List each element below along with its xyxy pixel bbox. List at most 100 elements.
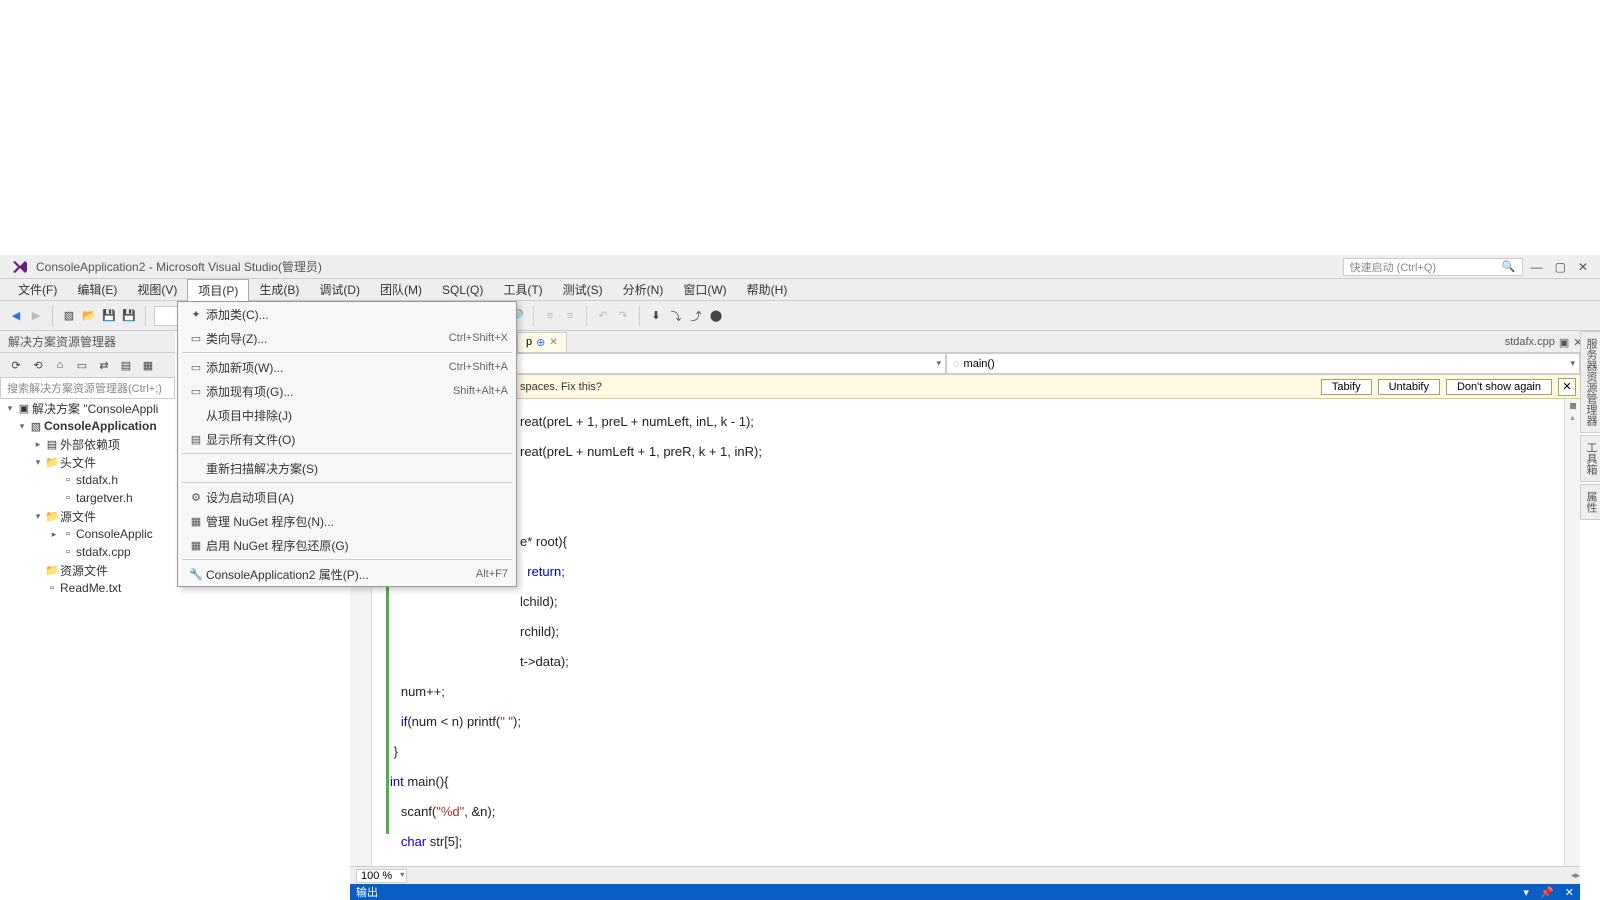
menu-separator [182, 352, 512, 353]
toolbox-tab[interactable]: 工具箱 [1580, 435, 1600, 482]
solution-node[interactable]: ▾▣解决方案 "ConsoleAppli [0, 399, 175, 417]
save-icon[interactable]: 💾 [101, 308, 117, 324]
sources-node[interactable]: ▾📁源文件 [0, 507, 175, 525]
dropdown-icon[interactable]: ▾ [1523, 887, 1529, 899]
scroll-right-icon[interactable]: ▸ [1575, 870, 1580, 881]
properties-icon[interactable]: ▤ [118, 357, 134, 373]
readme-node[interactable]: ▫ReadMe.txt [0, 579, 175, 597]
file-node[interactable]: ▸▫ConsoleApplic [0, 525, 175, 543]
output-panel-header[interactable]: 输出 ▾ 📌 ✕ [350, 884, 1580, 900]
newitem-icon: ▭ [186, 361, 206, 374]
menu-class-wizard[interactable]: ▭类向导(Z)...Ctrl+Shift+X [178, 326, 516, 350]
menu-tools[interactable]: 工具(T) [493, 279, 552, 300]
breakpoint-icon[interactable]: ⬤ [708, 308, 724, 324]
nuget-icon: ▦ [186, 539, 206, 552]
menu-file[interactable]: 文件(F) [8, 279, 67, 300]
menu-window[interactable]: 窗口(W) [673, 279, 736, 300]
menu-enable-nuget-restore[interactable]: ▦启用 NuGet 程序包还原(G) [178, 533, 516, 557]
quick-launch-input[interactable]: 快速启动 (Ctrl+Q) 🔍 [1343, 258, 1523, 276]
menu-add-class[interactable]: ✦添加类(C)... [178, 302, 516, 326]
headers-node[interactable]: ▾📁头文件 [0, 453, 175, 471]
save-all-icon[interactable]: 💾 [121, 308, 137, 324]
comment-icon[interactable]: ≡ [542, 308, 558, 324]
menu-exclude[interactable]: 从项目中排除(J) [178, 403, 516, 427]
menu-build[interactable]: 生成(B) [249, 279, 309, 300]
collapse-icon[interactable]: ▭ [74, 357, 90, 373]
menu-sql[interactable]: SQL(Q) [432, 281, 493, 299]
node-label: 源文件 [60, 508, 96, 525]
properties-tab[interactable]: 属性 [1580, 484, 1600, 520]
file-node[interactable]: ▫stdafx.h [0, 471, 175, 489]
pin-icon[interactable]: 📌 [1540, 887, 1554, 899]
node-label: ConsoleApplic [76, 527, 153, 541]
code-editor[interactable]: ⊟ ⊟ reat(preL + 1, preL + numLeft, inL, … [350, 399, 1580, 866]
showall-icon: ▤ [186, 433, 206, 446]
back-icon[interactable]: ◀ [8, 308, 24, 324]
refresh-icon[interactable]: ⇄ [96, 357, 112, 373]
window-buttons: — ▢ ✕ [1531, 260, 1588, 274]
menu-add-new-item[interactable]: ▭添加新项(W)...Ctrl+Shift+A [178, 355, 516, 379]
search-icon: 🔍 [1502, 260, 1516, 273]
forward-icon[interactable]: ▶ [28, 308, 44, 324]
new-project-icon[interactable]: ▧ [61, 308, 77, 324]
menu-show-all-files[interactable]: ▤显示所有文件(O) [178, 427, 516, 451]
solution-search-input[interactable]: 搜索解决方案资源管理器(Ctrl+;) [0, 377, 175, 399]
member-combo[interactable]: ◌main() [946, 353, 1580, 374]
show-all-icon[interactable]: ▦ [140, 357, 156, 373]
menu-help[interactable]: 帮助(H) [737, 279, 798, 300]
menu-analyze[interactable]: 分析(N) [613, 279, 674, 300]
close-button[interactable]: ✕ [1578, 260, 1588, 274]
separator [639, 306, 640, 326]
open-icon[interactable]: 📂 [81, 308, 97, 324]
undo-icon[interactable]: ↶ [595, 308, 611, 324]
file-node[interactable]: ▫targetver.h [0, 489, 175, 507]
pin-icon[interactable]: ⊕ [536, 336, 545, 349]
menu-set-startup[interactable]: ⚙设为启动项目(A) [178, 485, 516, 509]
redo-icon[interactable]: ↷ [615, 308, 631, 324]
menu-add-existing-item[interactable]: ▭添加现有项(G)...Shift+Alt+A [178, 379, 516, 403]
menu-test[interactable]: 测试(S) [553, 279, 613, 300]
gear-icon: ⚙ [186, 491, 206, 504]
dont-show-button[interactable]: Don't show again [1446, 379, 1552, 395]
menu-project[interactable]: 项目(P) [187, 279, 249, 301]
close-icon[interactable]: ✕ [1565, 887, 1574, 899]
home-icon[interactable]: ⟳ [8, 357, 24, 373]
file-node[interactable]: ▫stdafx.cpp [0, 543, 175, 561]
output-controls: ▾ 📌 ✕ [1523, 886, 1574, 899]
window-title: ConsoleApplication2 - Microsoft Visual S… [36, 258, 1343, 275]
node-label: stdafx.cpp [76, 545, 131, 559]
menu-rescan[interactable]: 重新扫描解决方案(S) [178, 456, 516, 480]
menu-properties[interactable]: 🔧ConsoleApplication2 属性(P)...Alt+F7 [178, 562, 516, 586]
res-node[interactable]: 📁资源文件 [0, 561, 175, 579]
menu-team[interactable]: 团队(M) [370, 279, 432, 300]
split-handle-icon[interactable] [1570, 403, 1576, 409]
close-tab-icon[interactable]: ✕ [549, 337, 557, 348]
vertical-scrollbar[interactable]: ▴ [1564, 399, 1580, 866]
scroll-up-icon[interactable]: ▴ [1568, 413, 1578, 423]
step-over-icon[interactable]: ⤵ [668, 308, 684, 324]
restore-button[interactable]: ▢ [1555, 260, 1566, 274]
separator [145, 306, 146, 326]
step-into-icon[interactable]: ⬇ [648, 308, 664, 324]
separator [586, 306, 587, 326]
menu-debug[interactable]: 调试(D) [309, 279, 370, 300]
sync-icon[interactable]: ⟲ [30, 357, 46, 373]
menu-manage-nuget[interactable]: ▦管理 NuGet 程序包(N)... [178, 509, 516, 533]
tabify-button[interactable]: Tabify [1321, 379, 1372, 395]
uncomment-icon[interactable]: ≡ [562, 308, 578, 324]
minimize-button[interactable]: — [1531, 260, 1543, 274]
step-out-icon[interactable]: ⤴ [688, 308, 704, 324]
server-explorer-tab[interactable]: 服务器资源管理器 [1580, 331, 1600, 433]
active-editor-tab[interactable]: p ⊕ ✕ [517, 332, 567, 352]
home-icon[interactable]: ⌂ [52, 357, 68, 373]
zoom-combo[interactable]: 100 % [356, 869, 407, 883]
project-node[interactable]: ▾▧ConsoleApplication [0, 417, 175, 435]
menu-edit[interactable]: 编辑(E) [67, 279, 127, 300]
menu-view[interactable]: 视图(V) [127, 279, 187, 300]
promote-icon[interactable]: ▣ [1559, 336, 1569, 349]
close-infobar-icon[interactable]: ✕ [1558, 378, 1576, 396]
ext-deps-node[interactable]: ▸▤外部依赖项 [0, 435, 175, 453]
node-label: ReadMe.txt [60, 581, 121, 595]
untabify-button[interactable]: Untabify [1378, 379, 1440, 395]
existitem-icon: ▭ [186, 385, 206, 398]
